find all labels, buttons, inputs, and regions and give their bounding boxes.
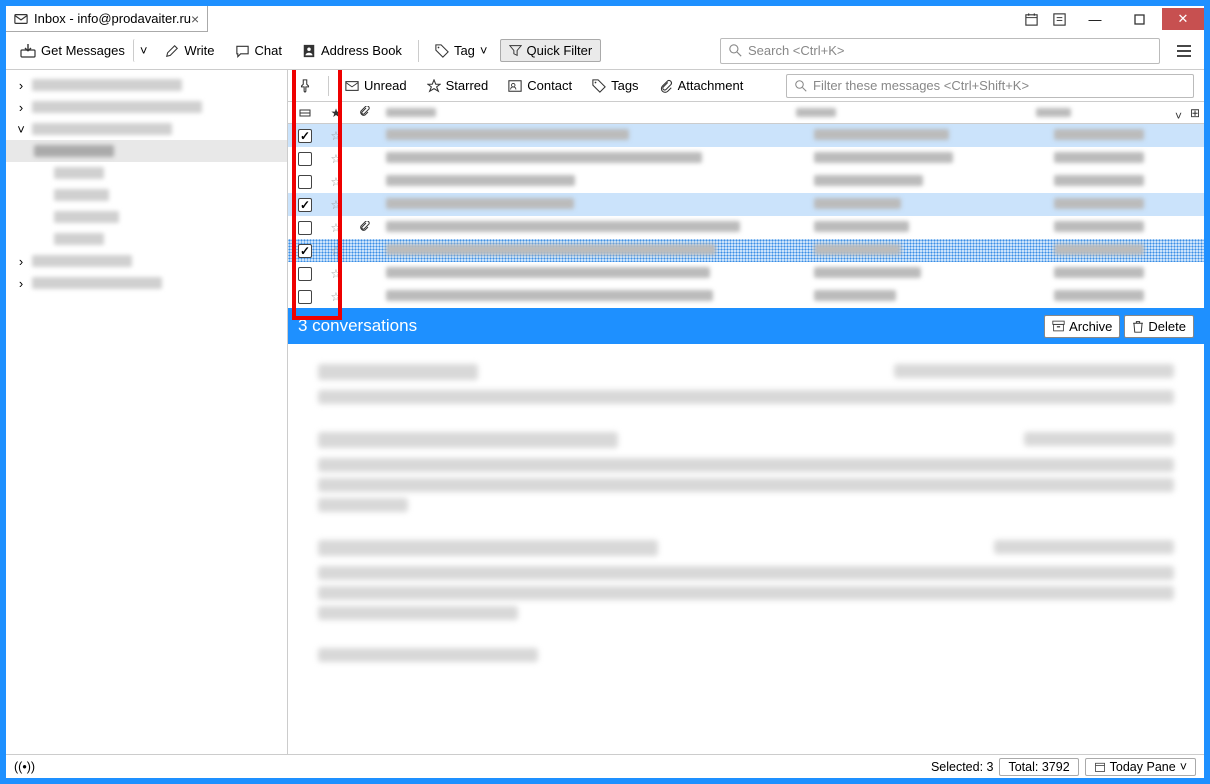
- col-select[interactable]: [288, 107, 322, 119]
- sidebar-folder[interactable]: [6, 228, 287, 250]
- row-checkbox[interactable]: [298, 221, 312, 235]
- filter-starred-button[interactable]: Starred: [423, 75, 493, 96]
- contact-icon: [508, 79, 522, 93]
- message-row[interactable]: ☆: [288, 170, 1204, 193]
- col-star[interactable]: ★: [322, 106, 350, 120]
- quick-filter-button[interactable]: Quick Filter: [500, 39, 602, 62]
- app-menu-button[interactable]: [1170, 37, 1198, 65]
- get-messages-dropdown[interactable]: ˅: [133, 39, 154, 62]
- message-list-header: ★ ˅ ⊞: [288, 102, 1204, 124]
- write-button[interactable]: Write: [157, 39, 222, 62]
- minimize-button[interactable]: —: [1074, 8, 1116, 30]
- col-from[interactable]: [796, 106, 1036, 120]
- sidebar-folder[interactable]: [6, 206, 287, 228]
- titlebar: Inbox - info@prodavaiter.ru × — ✕: [6, 6, 1204, 32]
- col-config-icon[interactable]: ⊞: [1186, 106, 1204, 120]
- row-checkbox[interactable]: [298, 198, 312, 212]
- row-star-icon[interactable]: ☆: [322, 128, 350, 143]
- chat-button[interactable]: Chat: [227, 39, 290, 62]
- message-list: ☆ ☆ ☆ ☆ ☆ ☆ ☆ ☆: [288, 124, 1204, 308]
- search-icon: [729, 44, 742, 57]
- address-book-button[interactable]: Address Book: [294, 39, 410, 62]
- row-checkbox[interactable]: [298, 267, 312, 281]
- calendar-icon[interactable]: [1018, 8, 1044, 30]
- filter-unread-button[interactable]: Unread: [341, 75, 411, 96]
- row-star-icon[interactable]: ☆: [322, 197, 350, 212]
- message-row[interactable]: ☆: [288, 285, 1204, 308]
- row-checkbox[interactable]: [298, 152, 312, 166]
- sidebar-account-expanded[interactable]: ˅: [6, 118, 287, 140]
- sidebar-folder[interactable]: [6, 162, 287, 184]
- star-icon: [427, 79, 441, 93]
- unread-icon: [345, 80, 359, 92]
- status-bar: ((•)) Selected: 3 Total: 3792 Today Pane…: [6, 754, 1204, 778]
- message-row[interactable]: ☆: [288, 262, 1204, 285]
- tab-title: Inbox - info@prodavaiter.ru: [34, 11, 191, 26]
- conversation-count: 3 conversations: [298, 316, 417, 336]
- maximize-button[interactable]: [1118, 8, 1160, 30]
- status-selected: Selected: 3: [931, 760, 994, 774]
- tasks-icon[interactable]: [1046, 8, 1072, 30]
- row-checkbox[interactable]: [298, 129, 312, 143]
- row-checkbox[interactable]: [298, 175, 312, 189]
- sidebar-account[interactable]: ›: [6, 74, 287, 96]
- message-row[interactable]: ☆: [288, 216, 1204, 239]
- get-messages-button[interactable]: Get Messages: [12, 39, 133, 62]
- col-attachment[interactable]: [350, 106, 378, 119]
- row-checkbox[interactable]: [298, 290, 312, 304]
- message-row[interactable]: ☆: [288, 193, 1204, 216]
- today-pane-toggle[interactable]: Today Pane ˅: [1085, 758, 1196, 776]
- chat-icon: [235, 44, 250, 58]
- tag-icon: [435, 44, 449, 58]
- sidebar-account[interactable]: ›: [6, 250, 287, 272]
- sidebar-account[interactable]: ›: [6, 96, 287, 118]
- filter-contact-button[interactable]: Contact: [504, 75, 576, 96]
- download-icon: [20, 44, 36, 58]
- filter-attachment-button[interactable]: Attachment: [655, 75, 748, 96]
- address-book-icon: [302, 44, 316, 58]
- tags-icon: [592, 79, 606, 93]
- main-toolbar: Get Messages ˅ Write Chat Address Book T…: [6, 32, 1204, 70]
- tag-button[interactable]: Tag ˅: [427, 39, 496, 62]
- close-button[interactable]: ✕: [1162, 8, 1204, 30]
- sidebar-inbox-selected[interactable]: [6, 140, 287, 162]
- row-checkbox[interactable]: [298, 244, 312, 258]
- row-star-icon[interactable]: ☆: [322, 289, 350, 304]
- sidebar-account[interactable]: ›: [6, 272, 287, 294]
- folder-sidebar: › › ˅ › ›: [6, 70, 288, 754]
- conversation-bar: 3 conversations Archive Delete: [288, 308, 1204, 344]
- status-total: Total: 3792: [999, 758, 1078, 776]
- row-star-icon[interactable]: ☆: [322, 243, 350, 258]
- filter-messages-input[interactable]: Filter these messages <Ctrl+Shift+K>: [786, 74, 1194, 98]
- hamburger-icon: [1176, 44, 1192, 58]
- row-star-icon[interactable]: ☆: [322, 151, 350, 166]
- filter-toolbar: Unread Starred Contact Tags Attachment F…: [288, 70, 1204, 102]
- row-star-icon[interactable]: ☆: [322, 266, 350, 281]
- search-icon: [795, 80, 807, 92]
- filter-tags-button[interactable]: Tags: [588, 75, 642, 96]
- col-subject[interactable]: [378, 106, 796, 120]
- message-row[interactable]: ☆: [288, 147, 1204, 170]
- message-preview-pane: [288, 344, 1204, 754]
- chevron-down-icon: ˅: [480, 43, 488, 58]
- pencil-icon: [165, 44, 179, 58]
- filter-icon: [509, 44, 522, 57]
- archive-button[interactable]: Archive: [1044, 315, 1120, 338]
- row-star-icon[interactable]: ☆: [322, 220, 350, 235]
- message-row[interactable]: ☆: [288, 239, 1204, 262]
- message-row[interactable]: ☆: [288, 124, 1204, 147]
- inbox-icon: [14, 12, 28, 26]
- attachment-icon: [659, 79, 673, 93]
- delete-button[interactable]: Delete: [1124, 315, 1194, 338]
- tab-inbox[interactable]: Inbox - info@prodavaiter.ru ×: [6, 6, 208, 32]
- row-star-icon[interactable]: ☆: [322, 174, 350, 189]
- activity-icon: ((•)): [14, 760, 35, 774]
- row-attachment-icon: [350, 221, 378, 234]
- pin-filter-icon[interactable]: [294, 76, 316, 96]
- tab-close-icon[interactable]: ×: [191, 11, 199, 27]
- sidebar-folder[interactable]: [6, 184, 287, 206]
- col-date[interactable]: ˅: [1036, 106, 1186, 120]
- search-input[interactable]: Search <Ctrl+K>: [720, 38, 1160, 64]
